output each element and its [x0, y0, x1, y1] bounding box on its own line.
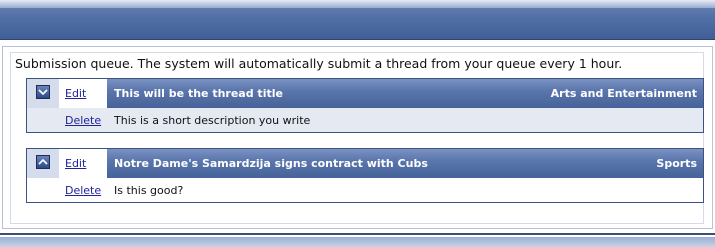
move-cell: [27, 149, 60, 178]
page: Submission queue. The system will automa…: [0, 0, 715, 247]
queue-item-body: Delete This is a short description you w…: [27, 108, 703, 132]
arrow-up-icon[interactable]: [36, 155, 50, 169]
thread-category: Sports: [656, 157, 697, 170]
footer-bar: [0, 237, 715, 247]
thread-title-bar: This will be the thread title Arts and E…: [107, 79, 703, 108]
queue-item-body: Delete Is this good?: [27, 178, 703, 202]
delete-cell: Delete: [27, 108, 106, 132]
delete-link[interactable]: Delete: [65, 114, 101, 127]
thread-title-bar: Notre Dame's Samardzija signs contract w…: [107, 149, 703, 178]
move-cell: [27, 79, 60, 108]
thread-description: This is a short description you write: [114, 114, 311, 127]
footer-divider: [0, 233, 715, 235]
thread-title: This will be the thread title: [114, 87, 283, 100]
delete-link[interactable]: Delete: [65, 184, 101, 197]
queue-item-header: Edit This will be the thread title Arts …: [27, 79, 703, 108]
arrow-down-icon[interactable]: [36, 85, 50, 99]
edit-cell: Edit: [60, 149, 106, 178]
queue-item: Edit This will be the thread title Arts …: [26, 78, 704, 133]
delete-cell: Delete: [27, 178, 106, 202]
thread-description: Is this good?: [114, 184, 184, 197]
header-highlight: [0, 0, 715, 8]
queue-item: Edit Notre Dame's Samardzija signs contr…: [26, 148, 704, 203]
header-bar: [0, 0, 715, 40]
queue-item-header: Edit Notre Dame's Samardzija signs contr…: [27, 149, 703, 178]
edit-link[interactable]: Edit: [65, 87, 86, 100]
queue-intro-text: Submission queue. The system will automa…: [15, 56, 623, 71]
edit-cell: Edit: [60, 79, 106, 108]
thread-title: Notre Dame's Samardzija signs contract w…: [114, 157, 428, 170]
thread-category: Arts and Entertainment: [550, 87, 697, 100]
edit-link[interactable]: Edit: [65, 157, 86, 170]
